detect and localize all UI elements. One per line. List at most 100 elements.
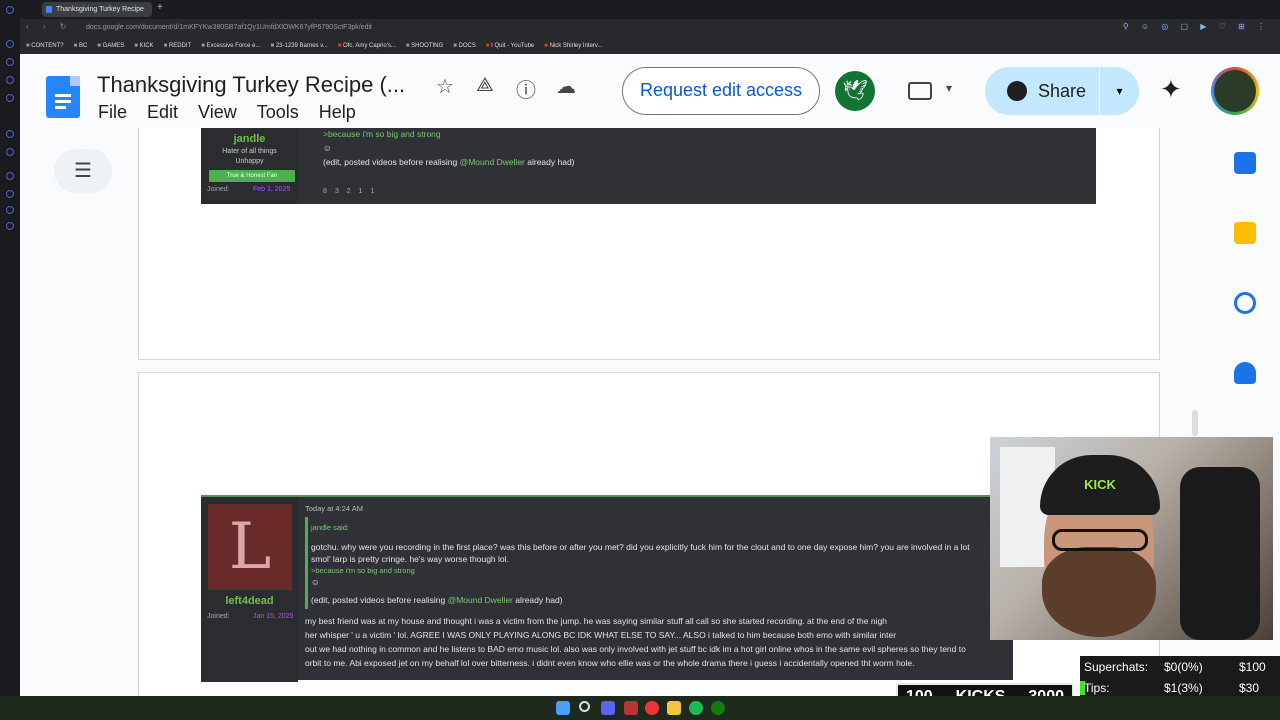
- stat-goal: $100: [1239, 660, 1266, 674]
- streamer-beard: [1042, 547, 1156, 637]
- os-side-rail: [0, 0, 20, 700]
- stat-label: Tips:: [1084, 681, 1110, 695]
- cloud-icon[interactable]: ☁: [556, 74, 576, 99]
- app-icon[interactable]: [624, 701, 638, 715]
- menu-edit[interactable]: Edit: [147, 102, 178, 123]
- os-icon[interactable]: [6, 172, 14, 180]
- new-tab-button[interactable]: +: [157, 2, 163, 13]
- drive-icon[interactable]: ⟁: [476, 74, 494, 97]
- share-label: Share: [1038, 81, 1087, 101]
- quote-bar: [305, 517, 308, 609]
- discord-icon[interactable]: [601, 701, 615, 715]
- os-icon[interactable]: [6, 76, 14, 84]
- tasks-icon[interactable]: [1234, 292, 1256, 314]
- os-icon[interactable]: [6, 40, 14, 48]
- url-field[interactable]: docs.google.com/document/d/1mKFYKw380SB7…: [82, 21, 682, 35]
- bookmark-item[interactable]: Ofc. Amy Caprio's...: [338, 38, 396, 54]
- bird-icon[interactable]: 🕊: [835, 71, 875, 111]
- stat-row: Superchats: $0(0%) $100: [1084, 657, 1280, 677]
- quote-author[interactable]: jandle said:: [311, 523, 349, 532]
- glasses: [1052, 529, 1148, 551]
- os-icon[interactable]: [6, 58, 14, 66]
- scrollbar-thumb[interactable]: [1192, 410, 1198, 436]
- folder-icon[interactable]: [667, 701, 681, 715]
- gaming-chair: [1180, 467, 1260, 640]
- menu-tools[interactable]: Tools: [257, 102, 299, 123]
- bookmark-item[interactable]: DOCS: [453, 38, 475, 54]
- os-taskbar: [0, 696, 1280, 720]
- post-body-line: orbit to me. Abi exposed jet on my behal…: [305, 658, 915, 668]
- bookmark-item[interactable]: Excessive Force e...: [201, 38, 261, 54]
- globe-icon: [1007, 81, 1027, 101]
- docs-logo-icon[interactable]: [46, 76, 80, 118]
- post-line: (edit, posted videos before realising @M…: [323, 157, 575, 167]
- xbox-icon[interactable]: [711, 701, 725, 715]
- outline-icon[interactable]: ☰: [54, 149, 112, 193]
- post-body-line: my best friend was at my house and thoug…: [305, 616, 887, 626]
- share-dropdown-icon[interactable]: ▾: [1099, 67, 1139, 115]
- stat-value: $0(0%): [1164, 660, 1203, 674]
- contacts-icon[interactable]: [1234, 362, 1256, 384]
- bookmark-item[interactable]: I Quit - YouTube: [486, 38, 534, 54]
- quote-line: >because i'm so big and strong: [311, 566, 415, 575]
- screen: Thanksgiving Turkey Recipe + ‹ › ↻ docs.…: [0, 0, 1280, 720]
- user-status: Unhappy: [235, 158, 264, 165]
- emoji-icon: ☺: [323, 143, 332, 153]
- bookmark-item[interactable]: Nick Shirley Interv...: [544, 38, 603, 54]
- camera-icon[interactable]: [908, 82, 932, 100]
- chevron-down-icon[interactable]: ▾: [946, 81, 952, 95]
- star-icon[interactable]: ☆: [436, 74, 454, 99]
- bookmark-item[interactable]: KICK: [134, 38, 154, 54]
- os-icon[interactable]: [6, 206, 14, 214]
- bookmark-item[interactable]: 23-1239 Barnes v...: [271, 38, 328, 54]
- os-icon[interactable]: [6, 222, 14, 230]
- kick-cap: KICK: [1040, 455, 1160, 515]
- os-icon[interactable]: [6, 190, 14, 198]
- quote-line: smol' larp is pretty cringe. he's way wo…: [311, 554, 509, 564]
- joined-label: Joined:: [207, 613, 230, 620]
- avatar[interactable]: [1211, 67, 1259, 115]
- address-bar: ‹ › ↻ docs.google.com/document/d/1mKFYKw…: [20, 19, 1280, 38]
- bookmark-item[interactable]: BC: [74, 38, 87, 54]
- joined-date: Jan 15, 2025: [253, 613, 294, 620]
- os-icon[interactable]: [6, 6, 14, 14]
- os-icon[interactable]: [6, 94, 14, 102]
- browser-tab[interactable]: Thanksgiving Turkey Recipe: [42, 2, 152, 17]
- menu-file[interactable]: File: [98, 102, 127, 123]
- document-title[interactable]: Thanksgiving Turkey Recipe (...: [97, 72, 405, 98]
- share-button[interactable]: Share ▾: [985, 67, 1139, 115]
- windows-start-icon[interactable]: [556, 701, 570, 715]
- extension-icons[interactable]: ⚲ ☺ ◎ ▢ ▶ ♡ ⊞ ⋮: [1123, 22, 1270, 31]
- quote-line: (edit, posted videos before realising @M…: [311, 595, 563, 605]
- post-body-line: her whisper ' u a victim ' lol. AGREE I …: [305, 630, 897, 640]
- docs-header: Thanksgiving Turkey Recipe (... File Edit…: [20, 54, 1280, 128]
- request-edit-access-button[interactable]: Request edit access: [622, 67, 820, 115]
- bookmark-item[interactable]: CONTENT?: [26, 38, 63, 54]
- username: jandle: [233, 133, 266, 145]
- gemini-icon[interactable]: ✦: [1160, 74, 1182, 105]
- username: left4dead: [225, 595, 274, 607]
- browser-icon[interactable]: [645, 701, 659, 715]
- menu-view[interactable]: View: [198, 102, 237, 123]
- bookmarks-bar: CONTENT? BC GAMES KICK REDDIT Excessive Force…: [20, 38, 1280, 54]
- os-icon[interactable]: [6, 148, 14, 156]
- user-avatar: L: [208, 504, 292, 590]
- info-icon[interactable]: ⓘ: [516, 74, 536, 103]
- bookmark-item[interactable]: REDDIT: [164, 38, 191, 54]
- search-icon[interactable]: [579, 701, 590, 712]
- spotify-icon[interactable]: [689, 701, 703, 715]
- keep-icon[interactable]: [1234, 222, 1256, 244]
- reactions[interactable]: 8 3 2 1 1: [323, 188, 377, 195]
- nav-buttons[interactable]: ‹ › ↻: [26, 22, 72, 31]
- post-timestamp: Today at 4:24 AM: [305, 504, 363, 513]
- menu-help[interactable]: Help: [319, 102, 356, 123]
- bookmark-item[interactable]: GAMES: [97, 38, 125, 54]
- forum-post-screenshot: jandle Hater of all things Unhappy True …: [201, 128, 1096, 204]
- os-icon[interactable]: [6, 130, 14, 138]
- calendar-icon[interactable]: [1234, 152, 1256, 174]
- stat-label: Superchats:: [1084, 660, 1149, 674]
- forum-post-screenshot: L left4dead Joined: Jan 15, 2025 Today a…: [201, 495, 1013, 682]
- bookmark-item[interactable]: SHOOTING: [406, 38, 443, 54]
- joined-label: Joined:: [207, 186, 230, 193]
- quote-line: gotchu. why were you recording in the fi…: [311, 542, 970, 552]
